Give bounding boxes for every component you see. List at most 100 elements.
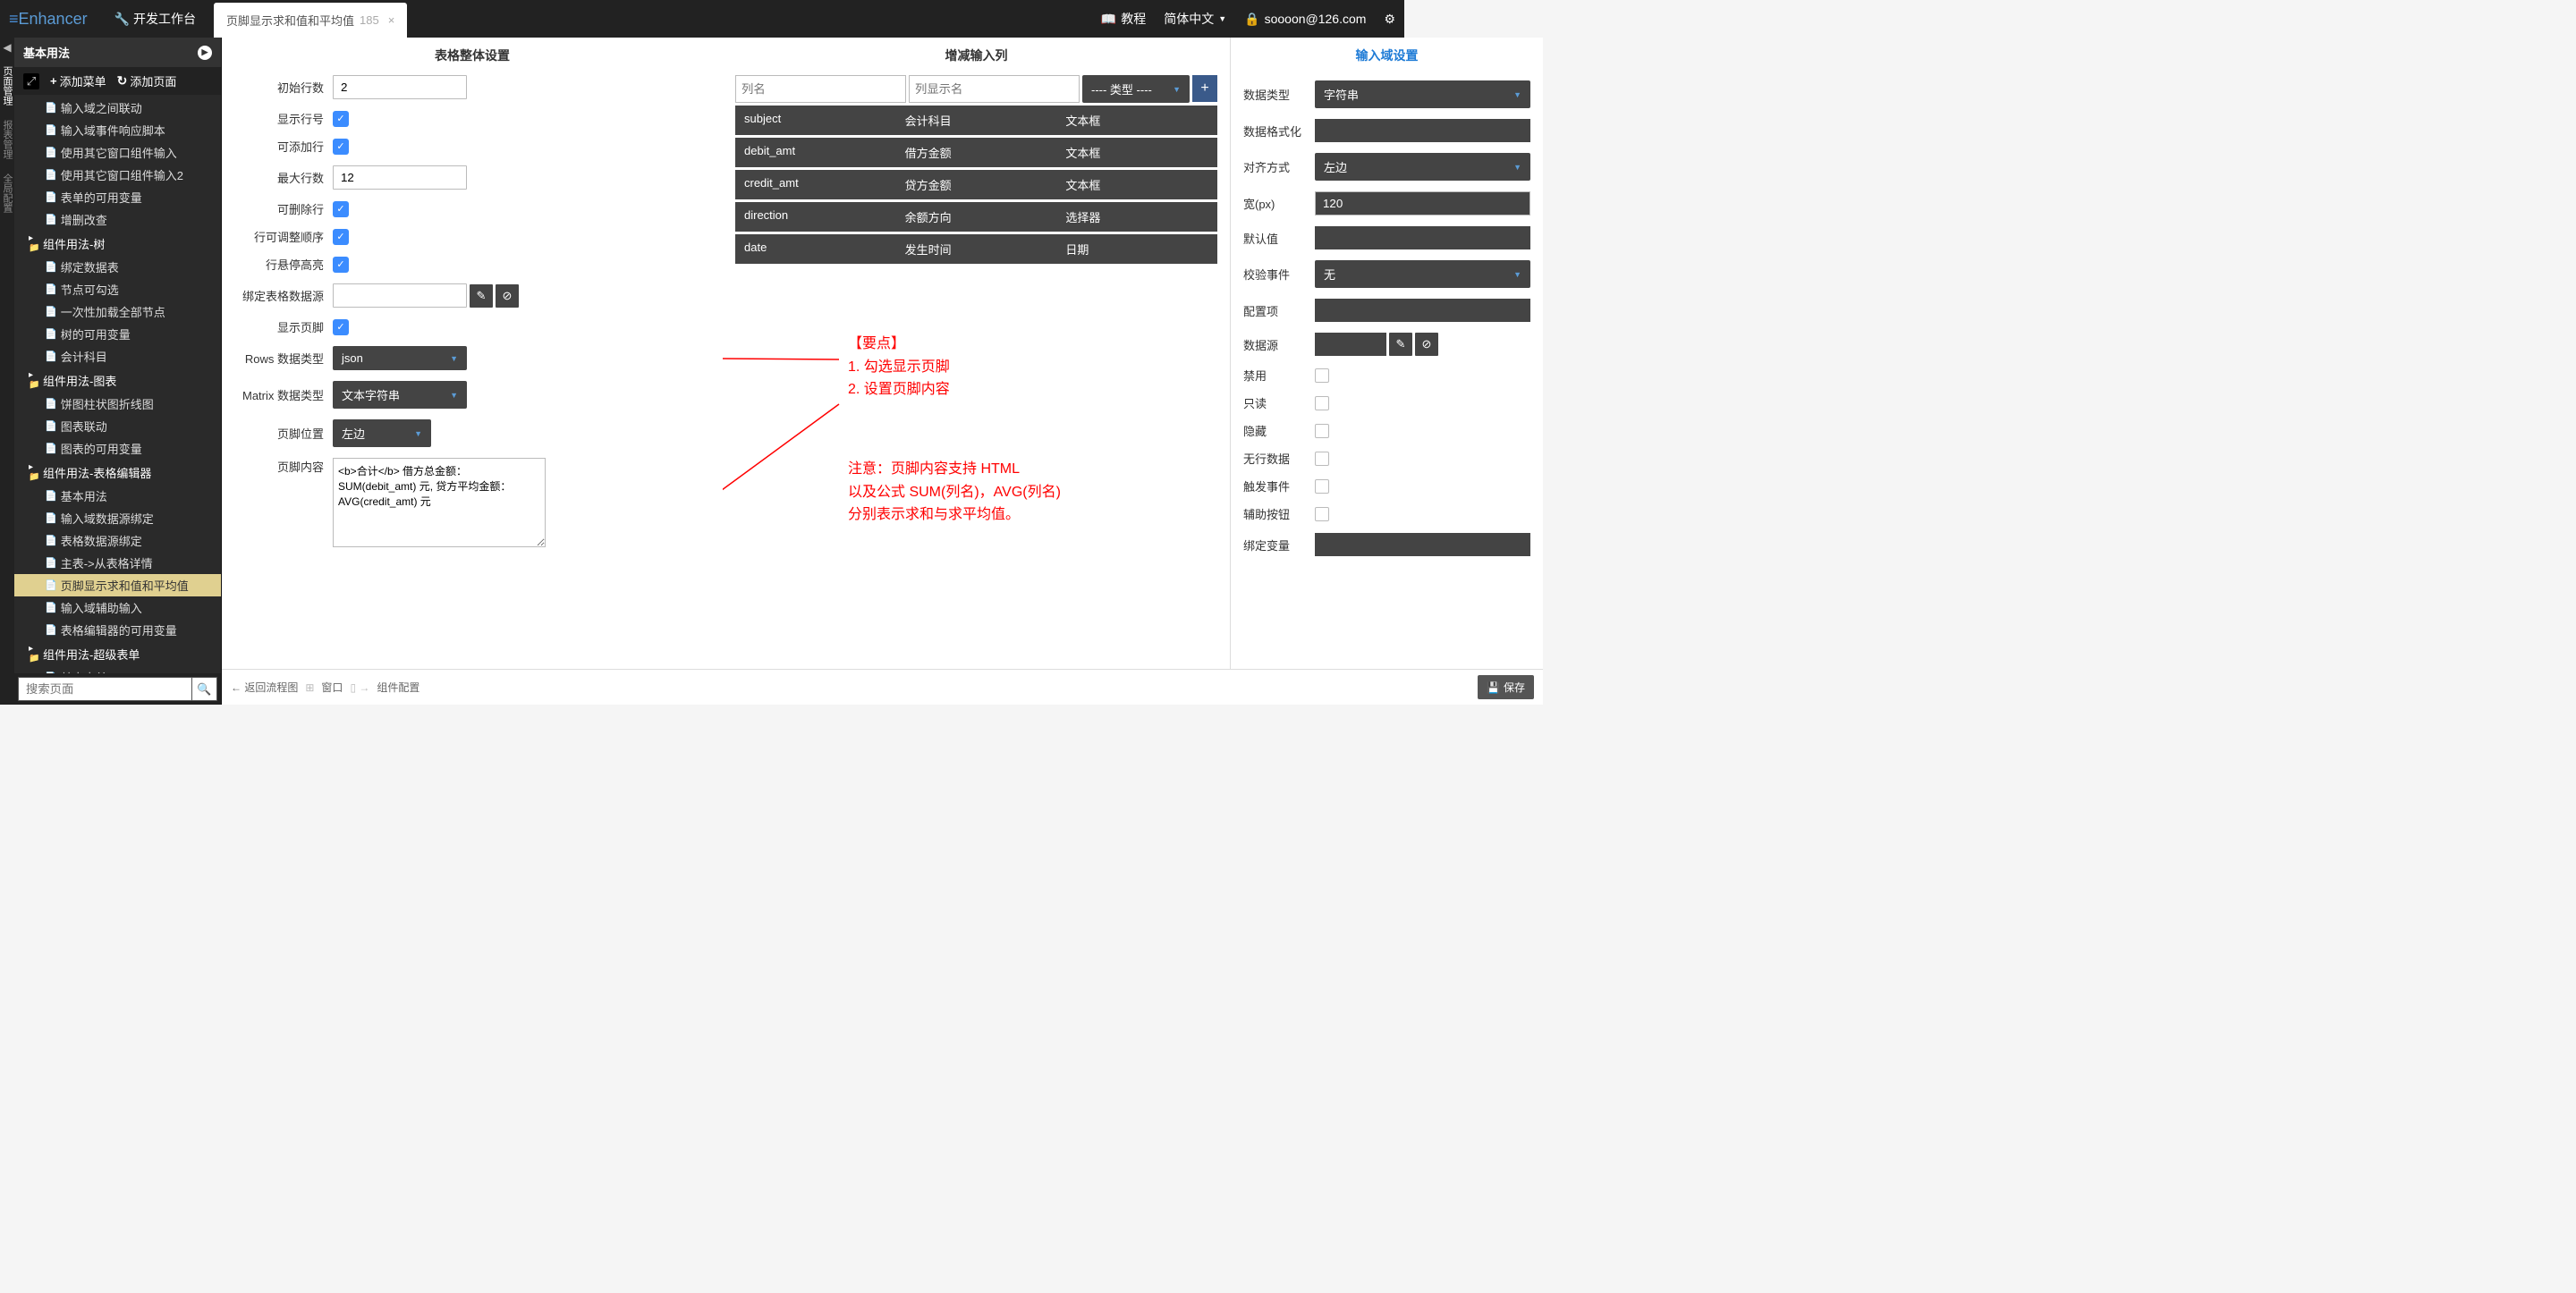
tree-item[interactable]: 📄 基本表单 — [14, 666, 221, 673]
tree-item[interactable]: 📄 图表联动 — [14, 415, 221, 437]
column-row[interactable]: date发生时间日期 — [735, 234, 1217, 264]
data-type-select[interactable]: 字符串▼ — [1315, 80, 1530, 108]
hover-checkbox[interactable]: ✓ — [333, 257, 349, 273]
collapse-icon[interactable]: ◀ — [3, 41, 11, 54]
tree-item[interactable]: 📄 表格数据源绑定 — [14, 529, 221, 552]
initial-rows-input[interactable] — [333, 75, 467, 99]
tree-item[interactable]: 📄 页脚显示求和值和平均值 — [14, 574, 221, 596]
addable-checkbox[interactable]: ✓ — [333, 139, 349, 155]
col-disp-input[interactable] — [909, 75, 1080, 103]
footer-pos-select[interactable]: 左边▼ — [333, 419, 431, 447]
back-link[interactable]: ← 返回流程图 — [231, 680, 298, 695]
edit-ds-icon[interactable]: ✎ — [1389, 333, 1412, 356]
user-menu[interactable]: 🔒 soooon@126.com — [1244, 12, 1366, 27]
tree-item[interactable]: 📄 会计科目 — [14, 345, 221, 368]
config-input[interactable] — [1315, 299, 1530, 322]
annotation-line: 1. 勾选显示页脚 — [848, 356, 950, 379]
hidden-checkbox[interactable] — [1315, 424, 1329, 438]
rail-tab-page[interactable]: 页面管理 — [0, 66, 14, 106]
tree-folder[interactable]: ▸📁 组件用法-图表 — [14, 368, 221, 393]
ds-input[interactable] — [1315, 333, 1386, 356]
column-row[interactable]: credit_amt贷方金额文本框 — [735, 170, 1217, 199]
aux-checkbox[interactable] — [1315, 507, 1329, 521]
column-row[interactable]: subject会计科目文本框 — [735, 106, 1217, 135]
search-icon[interactable]: 🔍 — [192, 677, 217, 701]
tree-folder[interactable]: ▸📁 组件用法-树 — [14, 231, 221, 256]
tree-item[interactable]: 📄 表格编辑器的可用变量 — [14, 619, 221, 641]
clear-ds-icon[interactable]: ⊘ — [1415, 333, 1438, 356]
tree-item[interactable]: 📄 树的可用变量 — [14, 323, 221, 345]
column-row[interactable]: debit_amt借方金额文本框 — [735, 138, 1217, 167]
refresh-ds-icon[interactable]: ⊘ — [496, 284, 519, 308]
tree-item[interactable]: 📄 绑定数据表 — [14, 256, 221, 278]
bind-ds-input[interactable] — [333, 283, 467, 308]
format-input[interactable] — [1315, 119, 1530, 142]
tree-folder[interactable]: ▸📁 组件用法-表格编辑器 — [14, 460, 221, 485]
play-icon[interactable]: ▶ — [198, 46, 212, 60]
annotation-heading: 【要点】 — [848, 333, 950, 356]
show-rownum-checkbox[interactable]: ✓ — [333, 111, 349, 127]
file-icon: 📄 — [45, 124, 57, 136]
tree-item[interactable]: 📄 表单的可用变量 — [14, 186, 221, 208]
tutorial-link[interactable]: 📖 教程 — [1101, 10, 1146, 28]
default-input[interactable] — [1315, 226, 1530, 249]
bindvar-input[interactable] — [1315, 533, 1530, 556]
tree-item[interactable]: 📄 增删改查 — [14, 208, 221, 231]
panel-columns: 增减输入列 ---- 类型 ----▼ + subject会计科目文本框debi… — [723, 38, 1230, 705]
col-name-input[interactable] — [735, 75, 906, 103]
tree-item[interactable]: 📄 节点可勾选 — [14, 278, 221, 300]
disabled-checkbox[interactable] — [1315, 368, 1329, 383]
save-button[interactable]: 💾保存 — [1478, 675, 1534, 699]
rail-tab-report[interactable]: 报表管理 — [0, 120, 14, 159]
tree-item[interactable]: 📄 输入域数据源绑定 — [14, 507, 221, 529]
reorder-checkbox[interactable]: ✓ — [333, 229, 349, 245]
matrix-type-select[interactable]: 文本字符串▼ — [333, 381, 467, 409]
align-select[interactable]: 左边▼ — [1315, 153, 1530, 181]
col-type-select[interactable]: ---- 类型 ----▼ — [1082, 75, 1190, 103]
tree-item[interactable]: 📄 图表的可用变量 — [14, 437, 221, 460]
caret-down-icon: ▼ — [1513, 270, 1521, 279]
file-icon: 📄 — [45, 169, 57, 181]
lang-select[interactable]: 简体中文 ▼ — [1164, 10, 1226, 28]
tree-item[interactable]: 📄 输入域之间联动 — [14, 97, 221, 119]
file-icon: 📄 — [45, 443, 57, 454]
sidebar: 基本用法 ▶ ⤢ + 添加菜单 ↻ 添加页面 📄 输入域之间联动📄 输入域事件响… — [14, 38, 222, 705]
add-column-button[interactable]: + — [1192, 75, 1217, 102]
crumb-config[interactable]: 组件配置 — [377, 680, 419, 695]
expand-icon[interactable]: ⤢ — [23, 73, 39, 89]
tree-item[interactable]: 📄 一次性加载全部节点 — [14, 300, 221, 323]
column-row[interactable]: direction余额方向选择器 — [735, 202, 1217, 232]
tree-item[interactable]: 📄 使用其它窗口组件输入 — [14, 141, 221, 164]
tree-item[interactable]: 📄 输入域辅助输入 — [14, 596, 221, 619]
footer-content-textarea[interactable]: <b>合计</b> 借方总金额：SUM(debit_amt) 元, 贷方平均金额… — [333, 458, 546, 547]
validate-select[interactable]: 无▼ — [1315, 260, 1530, 288]
show-footer-checkbox[interactable]: ✓ — [333, 319, 349, 335]
tree-item[interactable]: 📄 使用其它窗口组件输入2 — [14, 164, 221, 186]
tree-item[interactable]: 📄 输入域事件响应脚本 — [14, 119, 221, 141]
edit-ds-icon[interactable]: ✎ — [470, 284, 493, 308]
rows-type-select[interactable]: json▼ — [333, 346, 467, 370]
tree-folder[interactable]: ▸📁 组件用法-超级表单 — [14, 641, 221, 666]
max-rows-input[interactable] — [333, 165, 467, 190]
norow-checkbox[interactable] — [1315, 452, 1329, 466]
annotation-note: 分别表示求和与求平均值。 — [848, 503, 1061, 527]
folder-icon: ▸📁 — [29, 233, 39, 253]
readonly-checkbox[interactable] — [1315, 396, 1329, 410]
deletable-checkbox[interactable]: ✓ — [333, 201, 349, 217]
add-page-button[interactable]: ↻ 添加页面 — [117, 72, 177, 89]
tree-item[interactable]: 📄 基本用法 — [14, 485, 221, 507]
crumb-window[interactable]: 窗口 — [321, 680, 343, 695]
file-icon: 📄 — [45, 283, 57, 295]
close-icon[interactable]: × — [388, 13, 395, 27]
panel-title: 输入域设置 — [1243, 46, 1530, 64]
active-tab[interactable]: 页脚显示求和值和平均值 185 × — [214, 3, 407, 38]
tree-item[interactable]: 📄 饼图柱状图折线图 — [14, 393, 221, 415]
tree-item[interactable]: 📄 主表->从表格详情 — [14, 552, 221, 574]
settings-icon[interactable]: ⚙ — [1384, 12, 1395, 27]
rail-tab-global[interactable]: 全局配置 — [0, 173, 14, 213]
search-input[interactable] — [18, 677, 192, 701]
workbench-link[interactable]: 🔧 开发工作台 — [114, 10, 196, 28]
add-menu-button[interactable]: + 添加菜单 — [50, 72, 106, 89]
width-input[interactable] — [1315, 191, 1530, 216]
trigger-checkbox[interactable] — [1315, 479, 1329, 494]
